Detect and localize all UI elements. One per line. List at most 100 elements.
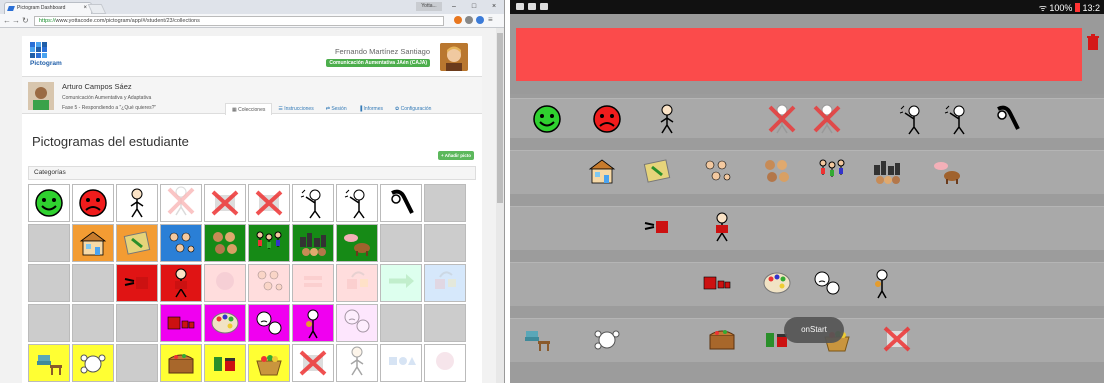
empty-slot[interactable] bbox=[116, 344, 158, 382]
pictogram-blocks-icon[interactable] bbox=[160, 304, 202, 342]
teacher-name[interactable]: Fernando Martínez Santiago bbox=[335, 47, 430, 56]
tablet-pictogram-town-icon[interactable] bbox=[870, 154, 904, 188]
pictogram-arrow-icon[interactable] bbox=[380, 264, 422, 302]
tablet-pictogram-family-icon[interactable] bbox=[815, 154, 849, 188]
pictogram-faces-icon[interactable] bbox=[204, 224, 246, 262]
tablet-pictogram-wave-icon[interactable] bbox=[940, 102, 974, 136]
pictogram-house-icon[interactable] bbox=[72, 224, 114, 262]
pictogram-personx-icon[interactable] bbox=[160, 184, 202, 222]
pictogram-misc-icon[interactable] bbox=[204, 264, 246, 302]
tab-session[interactable]: ⇄ Sesión bbox=[320, 103, 353, 115]
tablet-pictogram-grab-icon[interactable] bbox=[990, 102, 1024, 136]
close-window-button[interactable]: × bbox=[484, 0, 504, 13]
pictogram-happy-icon[interactable] bbox=[28, 184, 70, 222]
pictogram-palette-icon[interactable] bbox=[204, 304, 246, 342]
tablet-pictogram-furniture-icon[interactable] bbox=[520, 322, 554, 356]
pictogram-wave-icon[interactable] bbox=[292, 184, 334, 222]
pictogram-wave-icon[interactable] bbox=[336, 184, 378, 222]
pictogram-eat-icon[interactable] bbox=[292, 304, 334, 342]
tablet-pictogram-twofaces-icon[interactable] bbox=[810, 266, 844, 300]
empty-slot[interactable] bbox=[380, 304, 422, 342]
tablet-pictogram-personbox-icon[interactable] bbox=[705, 210, 739, 244]
pictogram-crossed-icon[interactable] bbox=[204, 184, 246, 222]
tablet-pictogram-people-icon[interactable] bbox=[700, 154, 734, 188]
empty-slot[interactable] bbox=[72, 304, 114, 342]
pictogram-dishes-icon[interactable] bbox=[72, 344, 114, 382]
url-field[interactable]: https://www.yottacode.com/pictogram/app/… bbox=[34, 16, 444, 26]
tablet-pictogram-wave-icon[interactable] bbox=[895, 102, 929, 136]
menu-icon[interactable]: ≡ bbox=[488, 15, 493, 24]
pictogram-map-icon[interactable] bbox=[116, 224, 158, 262]
pictogram-person-icon[interactable] bbox=[336, 344, 378, 382]
pictogram-personbox-icon[interactable] bbox=[160, 264, 202, 302]
empty-slot[interactable] bbox=[28, 264, 70, 302]
page-scrollbar-thumb[interactable] bbox=[497, 33, 503, 203]
pictogram-town-icon[interactable] bbox=[292, 224, 334, 262]
phrase-tape[interactable] bbox=[516, 28, 1082, 81]
tab-settings[interactable]: ✿ Configuración bbox=[389, 103, 437, 115]
pictogram-sad-icon[interactable] bbox=[72, 184, 114, 222]
extension-icon-3[interactable] bbox=[476, 16, 484, 24]
empty-slot[interactable] bbox=[28, 304, 70, 342]
tablet-pictogram-crossed-icon[interactable] bbox=[880, 322, 914, 356]
tablet-pictogram-give-icon[interactable] bbox=[640, 210, 674, 244]
trash-icon[interactable] bbox=[1086, 33, 1100, 51]
empty-slot[interactable] bbox=[424, 304, 466, 342]
tablet-pictogram-sad-icon[interactable] bbox=[590, 102, 624, 136]
tablet-pictogram-dishes-icon[interactable] bbox=[590, 322, 624, 356]
window-user-badge[interactable]: Yotta... bbox=[416, 2, 442, 11]
tablet-pictogram-personx-icon[interactable] bbox=[810, 102, 844, 136]
tablet-pictogram-blocks-icon[interactable] bbox=[700, 266, 734, 300]
pictogram-crossed-icon[interactable] bbox=[292, 344, 334, 382]
pictogram-misc-icon[interactable] bbox=[424, 344, 466, 382]
pictogram-grab-icon[interactable] bbox=[380, 184, 422, 222]
pictogram-chest-icon[interactable] bbox=[160, 344, 202, 382]
empty-slot[interactable] bbox=[28, 224, 70, 262]
tab-instructions[interactable]: ☰ Instrucciones bbox=[272, 103, 319, 115]
empty-slot[interactable] bbox=[424, 224, 466, 262]
minimize-button[interactable]: – bbox=[444, 0, 464, 13]
pictogram-twofaces-icon[interactable] bbox=[336, 304, 378, 342]
tablet-pictogram-chest-icon[interactable] bbox=[705, 322, 739, 356]
tablet-pictogram-animals-icon[interactable] bbox=[930, 154, 964, 188]
add-picto-button[interactable]: + Añadir picto bbox=[438, 151, 474, 160]
tab-collections[interactable]: ▦ Colecciones bbox=[225, 103, 273, 115]
pictogram-turn-icon[interactable] bbox=[336, 264, 378, 302]
pictogram-shapes-icon[interactable] bbox=[380, 344, 422, 382]
tab-close-icon[interactable]: × bbox=[83, 3, 87, 14]
tab-reports[interactable]: ▐ Informes bbox=[353, 103, 389, 115]
pictogram-people-icon[interactable] bbox=[248, 264, 290, 302]
tablet-pictogram-personx-icon[interactable] bbox=[765, 102, 799, 136]
pictogram-person-icon[interactable] bbox=[116, 184, 158, 222]
tablet-pictogram-person-icon[interactable] bbox=[650, 102, 684, 136]
empty-slot[interactable] bbox=[380, 224, 422, 262]
extension-icon-2[interactable] bbox=[465, 16, 473, 24]
teacher-avatar[interactable] bbox=[440, 43, 468, 71]
pictogram-animals-icon[interactable] bbox=[336, 224, 378, 262]
extension-icon[interactable] bbox=[454, 16, 462, 24]
pictogram-furniture-icon[interactable] bbox=[28, 344, 70, 382]
pictogram-family-icon[interactable] bbox=[248, 224, 290, 262]
pictogram-give-icon[interactable] bbox=[116, 264, 158, 302]
pictogram-crossed-icon[interactable] bbox=[248, 184, 290, 222]
pictogram-logo[interactable]: Pictogram bbox=[30, 42, 62, 67]
tablet-pictogram-map-icon[interactable] bbox=[640, 154, 674, 188]
pictogram-people-icon[interactable] bbox=[160, 224, 202, 262]
pictogram-jars-icon[interactable] bbox=[204, 344, 246, 382]
reload-icon[interactable]: ↻ bbox=[22, 16, 29, 25]
pictogram-equal-icon[interactable] bbox=[292, 264, 334, 302]
tablet-pictogram-faces-icon[interactable] bbox=[760, 154, 794, 188]
forward-icon[interactable]: → bbox=[12, 16, 20, 25]
tablet-pictogram-happy-icon[interactable] bbox=[530, 102, 564, 136]
empty-slot[interactable] bbox=[424, 184, 466, 222]
maximize-button[interactable]: □ bbox=[464, 0, 484, 13]
browser-tab[interactable]: Pictogram Dashboard × bbox=[4, 2, 92, 14]
back-icon[interactable]: ← bbox=[3, 16, 11, 25]
pictogram-basket-icon[interactable] bbox=[248, 344, 290, 382]
empty-slot[interactable] bbox=[72, 264, 114, 302]
tablet-pictogram-eat-icon[interactable] bbox=[865, 266, 899, 300]
tablet-pictogram-palette-icon[interactable] bbox=[760, 266, 794, 300]
empty-slot[interactable] bbox=[116, 304, 158, 342]
pictogram-twofaces-icon[interactable] bbox=[248, 304, 290, 342]
tablet-pictogram-house-icon[interactable] bbox=[585, 154, 619, 188]
